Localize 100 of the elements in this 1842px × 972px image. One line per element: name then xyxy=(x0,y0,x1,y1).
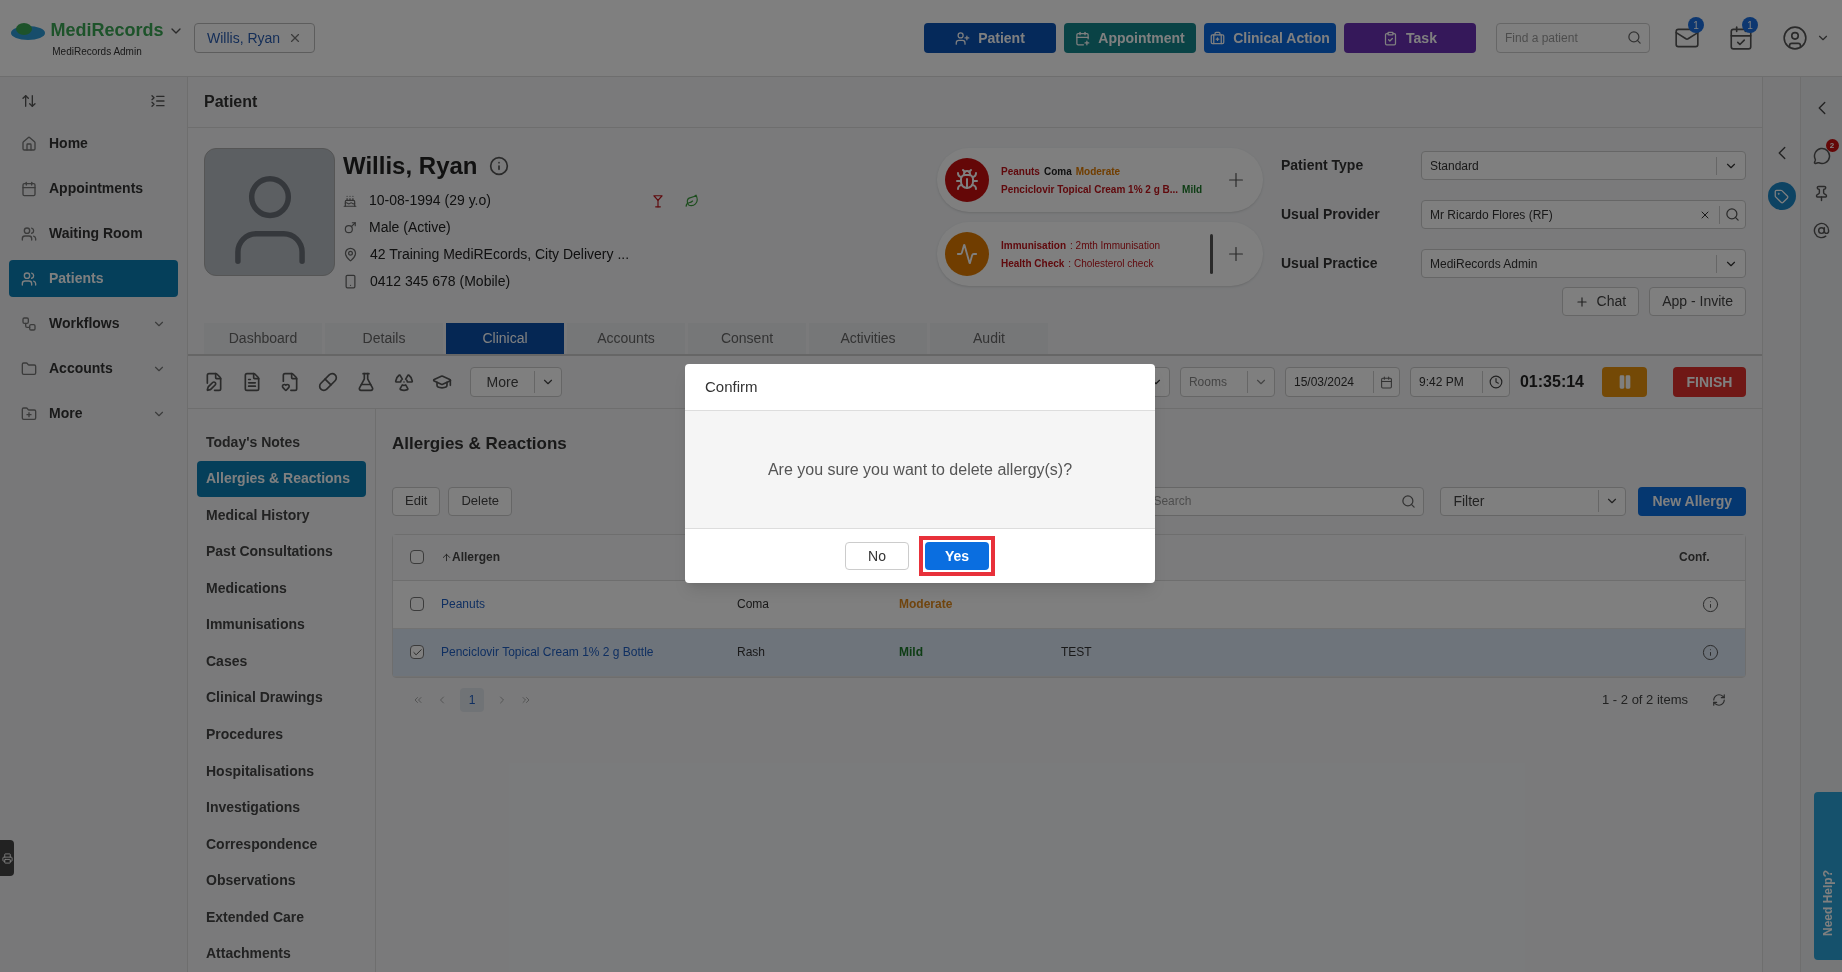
checkbox[interactable] xyxy=(410,597,424,611)
clinical-menu-item[interactable]: Investigations xyxy=(197,789,366,826)
column-header[interactable]: Allergen xyxy=(452,548,500,566)
clock-icon[interactable] xyxy=(1488,375,1503,389)
finish-button[interactable]: FINISH xyxy=(1673,367,1746,397)
edit-button[interactable]: Edit xyxy=(392,486,441,516)
clinical-menu-item[interactable]: Medications xyxy=(197,570,366,607)
pin-icon[interactable] xyxy=(1813,185,1830,202)
clinical-menu-item[interactable]: Immunisations xyxy=(197,606,366,644)
column-header[interactable]: Conf. xyxy=(1679,548,1745,566)
notification-badge: 1 xyxy=(1688,17,1704,33)
nav-item[interactable]: Home xyxy=(9,125,178,162)
header-action-button[interactable]: Patient xyxy=(924,23,1056,53)
tab[interactable]: Accounts xyxy=(567,323,685,354)
header-action-button[interactable]: Task xyxy=(1344,23,1476,53)
clinical-menu-item[interactable]: Extended Care xyxy=(197,898,366,936)
clinical-menu-item[interactable]: Today's Notes xyxy=(197,424,366,461)
pause-button[interactable] xyxy=(1602,367,1647,397)
table-cell-text: Mild xyxy=(899,644,924,661)
user-icon[interactable] xyxy=(1782,25,1808,51)
flask-icon[interactable] xyxy=(356,372,376,392)
allergen-link[interactable]: Peanuts xyxy=(441,595,737,613)
tab[interactable]: Clinical xyxy=(446,323,564,354)
tag-icon xyxy=(1774,188,1789,204)
cap-icon[interactable] xyxy=(432,372,452,392)
tab[interactable]: Details xyxy=(325,323,443,354)
new-allergy-button[interactable]: New Allergy xyxy=(1638,486,1746,516)
clinical-menu-item[interactable]: Allergies & Reactions xyxy=(197,460,366,498)
refresh-icon[interactable] xyxy=(1712,692,1726,707)
action-icon xyxy=(1210,30,1226,46)
clinical-menu-item[interactable]: Observations xyxy=(197,862,366,899)
page-button[interactable]: 1 xyxy=(460,687,484,712)
nav-item[interactable]: More xyxy=(9,395,178,432)
no-button[interactable]: No xyxy=(845,542,909,570)
clinical-menu-item[interactable]: Hospitalisations xyxy=(197,752,366,790)
tab[interactable]: Activities xyxy=(809,323,927,354)
scrollbar xyxy=(1210,234,1213,274)
clinical-menu-item[interactable]: Clinical Drawings xyxy=(197,679,366,717)
alert-card[interactable]: Peanuts Coma Moderate Penciclovir Topical Cream 1% 2 g B... Mild xyxy=(937,148,1263,212)
pill-icon[interactable] xyxy=(318,372,338,392)
table-row[interactable]: Penciclovir Topical Cream 1% 2 g Bottle Rash Mild TEST xyxy=(393,628,1745,677)
clinical-menu-item[interactable]: Past Consultations xyxy=(197,533,366,571)
patient-tab[interactable]: Willis, Ryan xyxy=(194,23,316,53)
clinical-menu-item[interactable]: Attachments xyxy=(197,935,366,972)
filter-dropdown[interactable]: Filter xyxy=(1440,486,1627,516)
sort-arrow-icon[interactable] xyxy=(441,551,452,563)
document-icon[interactable] xyxy=(242,372,262,392)
plus-icon xyxy=(1574,294,1589,309)
select-field[interactable]: Standard xyxy=(1421,151,1746,180)
more-dropdown[interactable]: More xyxy=(470,367,562,397)
info-icon[interactable] xyxy=(1702,595,1719,613)
allergen-link[interactable]: Penciclovir Topical Cream 1% 2 g Bottle xyxy=(441,643,737,661)
birthday-icon xyxy=(343,193,357,208)
reorder-icon[interactable] xyxy=(21,93,37,109)
tab[interactable]: Consent xyxy=(688,323,806,354)
clinical-menu-item[interactable]: Correspondence xyxy=(197,825,366,863)
nav-item[interactable]: Patients xyxy=(9,260,178,297)
date-field[interactable]: 15/03/2024 xyxy=(1284,367,1400,397)
rooms-dropdown[interactable]: Rooms xyxy=(1179,367,1275,397)
collapse-icon[interactable] xyxy=(150,93,166,109)
action-icon xyxy=(955,30,971,46)
clinical-menu-item[interactable]: Cases xyxy=(197,643,366,680)
tag-button[interactable] xyxy=(1767,182,1796,210)
nav-item[interactable]: Accounts xyxy=(9,350,178,387)
invite-button[interactable]: App - Invite xyxy=(1649,287,1746,316)
radiation-icon[interactable] xyxy=(394,372,414,392)
tab[interactable]: Audit xyxy=(930,323,1048,354)
provider-field[interactable]: Mr Ricardo Flores (RF) xyxy=(1421,200,1746,229)
clinical-menu-item[interactable]: Medical History xyxy=(197,497,366,534)
nav-item[interactable]: Workflows xyxy=(9,305,178,342)
calendar-icon[interactable] xyxy=(1379,375,1393,389)
chat-button[interactable]: Chat xyxy=(1561,287,1640,316)
info-icon[interactable] xyxy=(1702,643,1719,661)
need-help-tab[interactable]: Need Help? xyxy=(1814,792,1842,960)
patient-tab-label: Willis, Ryan xyxy=(207,28,281,48)
tab[interactable]: Dashboard xyxy=(204,323,322,354)
select-field[interactable]: MediRecords Admin xyxy=(1421,249,1746,278)
nav-item[interactable]: Appointments xyxy=(9,170,178,207)
checkbox[interactable] xyxy=(410,550,424,564)
nav-item[interactable]: Waiting Room xyxy=(9,215,178,252)
time-field[interactable]: 9:42 PM xyxy=(1409,367,1510,397)
chart-document-icon[interactable] xyxy=(280,372,300,392)
delete-button[interactable]: Delete xyxy=(448,486,512,516)
header-action-button[interactable]: Appointment xyxy=(1064,23,1196,53)
print-tab[interactable] xyxy=(0,840,14,876)
nav-icon xyxy=(21,180,37,197)
action-icon xyxy=(1075,30,1091,46)
info-icon[interactable] xyxy=(489,156,510,176)
yes-button[interactable]: Yes xyxy=(925,542,989,570)
checkbox[interactable] xyxy=(410,645,424,659)
header-action-button[interactable]: Clinical Action xyxy=(1204,23,1336,53)
patient-gender: Male (Active) xyxy=(369,218,451,237)
note-icon[interactable] xyxy=(204,372,224,392)
clinical-menu-item[interactable]: Procedures xyxy=(197,716,366,753)
table-cell-text: Rash xyxy=(737,644,766,661)
mention-icon[interactable] xyxy=(1813,222,1830,239)
dialog-message: Are you sure you want to delete allergy(s)? xyxy=(767,459,1073,480)
search-icon[interactable] xyxy=(1725,207,1740,222)
alert-card[interactable]: Immunisation : 2mth Immunisation Health Check : Cholesterol check xyxy=(937,222,1263,286)
chat-icon[interactable] xyxy=(1812,147,1831,165)
